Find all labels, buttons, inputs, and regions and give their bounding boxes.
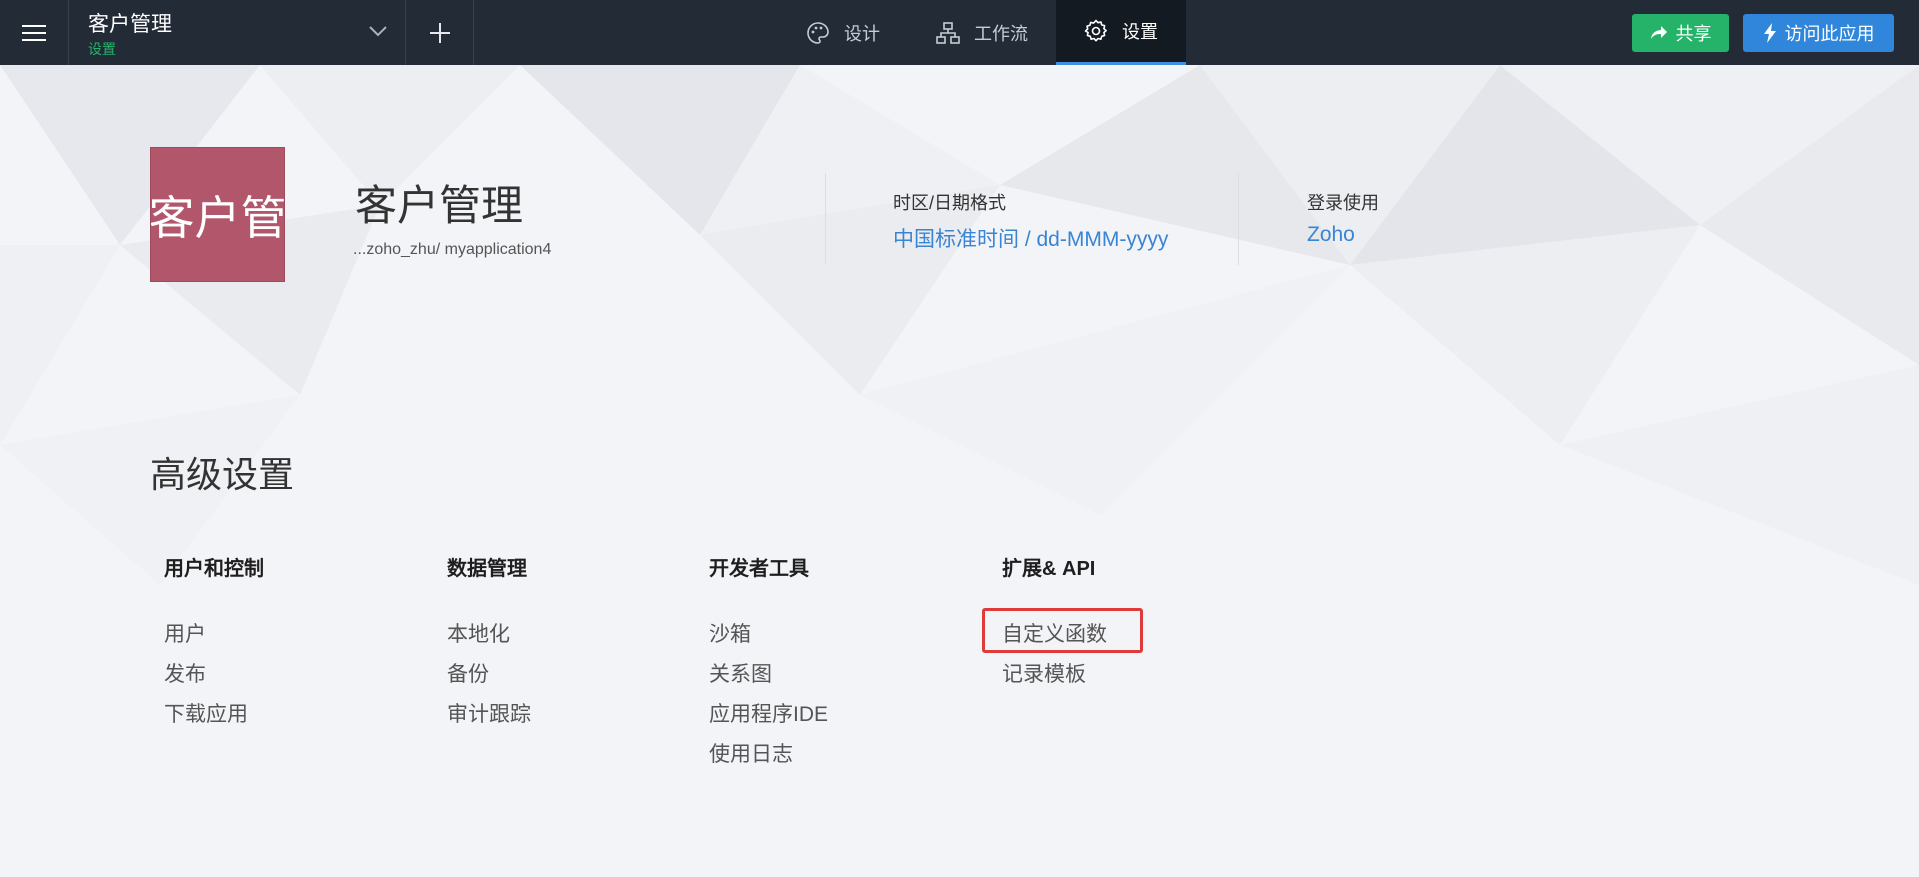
lightning-icon — [1763, 23, 1776, 43]
header-divider — [1238, 173, 1239, 265]
settings-link-backup[interactable]: 备份 — [447, 655, 531, 695]
gear-icon — [1084, 19, 1107, 42]
workflow-icon — [936, 21, 960, 44]
visit-app-button[interactable]: 访问此应用 — [1743, 14, 1894, 52]
column-user-control: 用户和控制 用户 发布 下载应用 — [164, 552, 264, 735]
tab-settings[interactable]: 设置 — [1056, 0, 1186, 65]
column-heading: 开发者工具 — [709, 558, 809, 580]
highlight-annotation — [982, 608, 1143, 653]
tab-design[interactable]: 设计 — [778, 0, 908, 65]
app-subtitle: 设置 — [88, 41, 116, 57]
top-bar: 客户管理 设置 设计 工作流 设置 共享 访问此应用 — [0, 0, 1919, 65]
share-label: 共享 — [1675, 24, 1712, 44]
settings-link-localization[interactable]: 本地化 — [447, 615, 531, 655]
login-label: 登录使用 — [1307, 193, 1379, 213]
share-button[interactable]: 共享 — [1632, 14, 1729, 52]
column-heading: 数据管理 — [447, 558, 527, 580]
tab-workflow[interactable]: 工作流 — [908, 0, 1056, 65]
palette-icon — [807, 21, 829, 44]
settings-link-relationship-map[interactable]: 关系图 — [709, 655, 828, 695]
add-button[interactable] — [406, 0, 474, 65]
timezone-link[interactable]: 中国标准时间 / dd-MMM-yyyy — [893, 223, 1168, 253]
header-divider — [825, 173, 826, 265]
settings-link-users[interactable]: 用户 — [164, 615, 264, 655]
column-developer-tools: 开发者工具 沙箱 关系图 应用程序IDE 使用日志 — [709, 552, 828, 775]
tab-design-label: 设计 — [844, 23, 880, 44]
column-heading: 用户和控制 — [164, 558, 264, 580]
settings-link-audit-trail[interactable]: 审计跟踪 — [447, 695, 531, 735]
plus-icon — [429, 22, 450, 43]
tab-settings-label: 设置 — [1122, 22, 1158, 42]
settings-link-publish[interactable]: 发布 — [164, 655, 264, 695]
hamburger-icon — [22, 24, 46, 41]
app-name: 客户管理 — [88, 13, 172, 36]
app-logo: 客户管 — [150, 147, 285, 282]
login-link[interactable]: Zoho — [1307, 223, 1355, 247]
settings-link-sandbox[interactable]: 沙箱 — [709, 615, 828, 655]
share-arrow-icon — [1650, 26, 1667, 39]
menu-button[interactable] — [0, 0, 68, 65]
chevron-down-icon[interactable] — [367, 20, 389, 42]
tab-workflow-label: 工作流 — [974, 23, 1028, 44]
visit-label: 访问此应用 — [1784, 24, 1875, 44]
settings-link-usage-log[interactable]: 使用日志 — [709, 735, 828, 775]
timezone-label: 时区/日期格式 — [893, 193, 1007, 213]
settings-link-download-app[interactable]: 下载应用 — [164, 695, 264, 735]
app-title: 客户管理 — [355, 182, 524, 229]
app-switcher[interactable]: 客户管理 设置 — [68, 0, 406, 65]
app-path: ...zoho_zhu/ myapplication4 — [353, 241, 552, 258]
advanced-settings-title: 高级设置 — [150, 454, 295, 495]
settings-link-record-templates[interactable]: 记录模板 — [1002, 655, 1107, 695]
settings-link-app-ide[interactable]: 应用程序IDE — [709, 695, 828, 735]
main-nav: 设计 工作流 设置 — [778, 0, 1186, 65]
column-data-management: 数据管理 本地化 备份 审计跟踪 — [447, 552, 531, 735]
column-heading: 扩展& API — [1002, 558, 1096, 580]
